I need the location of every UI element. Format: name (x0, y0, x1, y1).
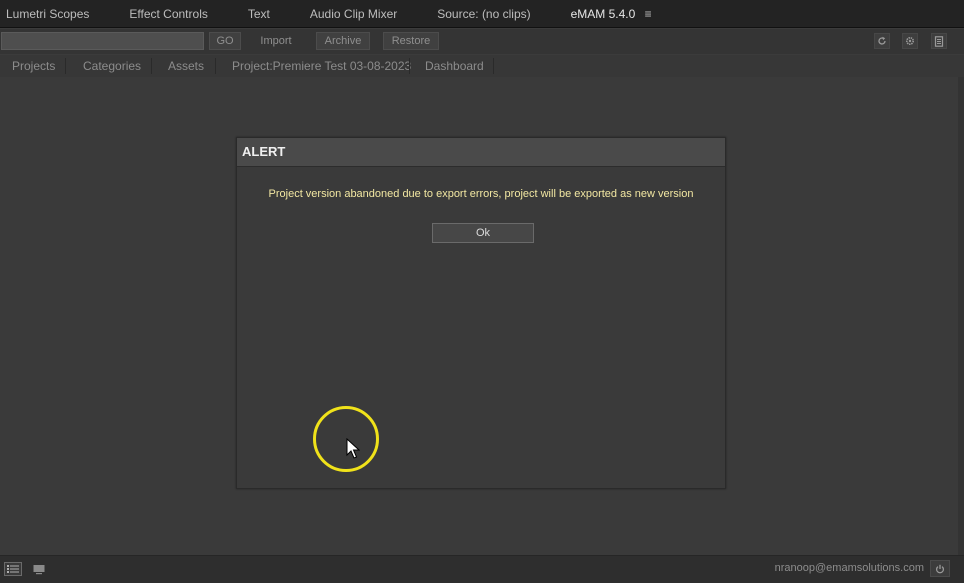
tab-divider (493, 58, 494, 74)
alert-message: Project version abandoned due to export … (268, 188, 694, 200)
import-button[interactable]: Import (249, 32, 303, 50)
refresh-button[interactable] (874, 33, 890, 49)
tab-categories[interactable]: Categories (83, 55, 141, 77)
emam-toolbar: GO Import Archive Restore (0, 29, 964, 54)
monitor-icon[interactable] (32, 562, 46, 576)
tab-emam[interactable]: eMAM 5.4.0 ≡ (551, 0, 660, 34)
refresh-icon (878, 36, 886, 45)
tab-divider (151, 58, 152, 74)
status-bar: nranoop@emamsolutions.com (0, 555, 964, 583)
go-button[interactable]: GO (209, 32, 241, 50)
document-icon (934, 35, 944, 47)
tab-divider (409, 58, 410, 74)
tab-dashboard[interactable]: Dashboard (425, 55, 484, 77)
tab-lumetri-scopes[interactable]: Lumetri Scopes (0, 0, 109, 28)
alert-title: ALERT (237, 138, 725, 167)
settings-button[interactable] (902, 33, 918, 49)
emam-nav-tabs: Projects Categories Assets Project:Premi… (0, 55, 964, 77)
document-button[interactable] (931, 33, 947, 49)
tab-divider (215, 58, 216, 74)
tab-source[interactable]: Source: (no clips) (417, 0, 550, 28)
list-view-icon[interactable] (4, 562, 22, 576)
user-email: nranoop@emamsolutions.com (774, 562, 924, 574)
power-icon (935, 564, 945, 573)
tab-effect-controls[interactable]: Effect Controls (109, 0, 227, 28)
tab-projects[interactable]: Projects (12, 55, 55, 77)
tab-audio-clip-mixer[interactable]: Audio Clip Mixer (290, 0, 417, 28)
ok-button[interactable]: Ok (432, 223, 534, 243)
premiere-window: Lumetri Scopes Effect Controls Text Audi… (0, 0, 964, 583)
panel-tab-bar: Lumetri Scopes Effect Controls Text Audi… (0, 0, 964, 34)
logout-button[interactable] (930, 560, 950, 577)
tab-emam-label: eMAM 5.4.0 (568, 0, 638, 34)
tab-project-premiere-test[interactable]: Project:Premiere Test 03-08-2023 (232, 55, 411, 77)
tab-text[interactable]: Text (228, 0, 290, 28)
restore-button[interactable]: Restore (383, 32, 439, 50)
alert-dialog: ALERT Project version abandoned due to e… (236, 137, 726, 489)
archive-button[interactable]: Archive (316, 32, 370, 50)
menu-icon[interactable]: ≡ (645, 7, 652, 21)
pointer-cursor-icon (346, 438, 360, 459)
tab-assets[interactable]: Assets (168, 55, 204, 77)
search-input[interactable] (1, 32, 204, 50)
tab-divider (65, 58, 66, 74)
settings-icon (905, 36, 915, 46)
vertical-scrollbar[interactable] (958, 77, 964, 555)
